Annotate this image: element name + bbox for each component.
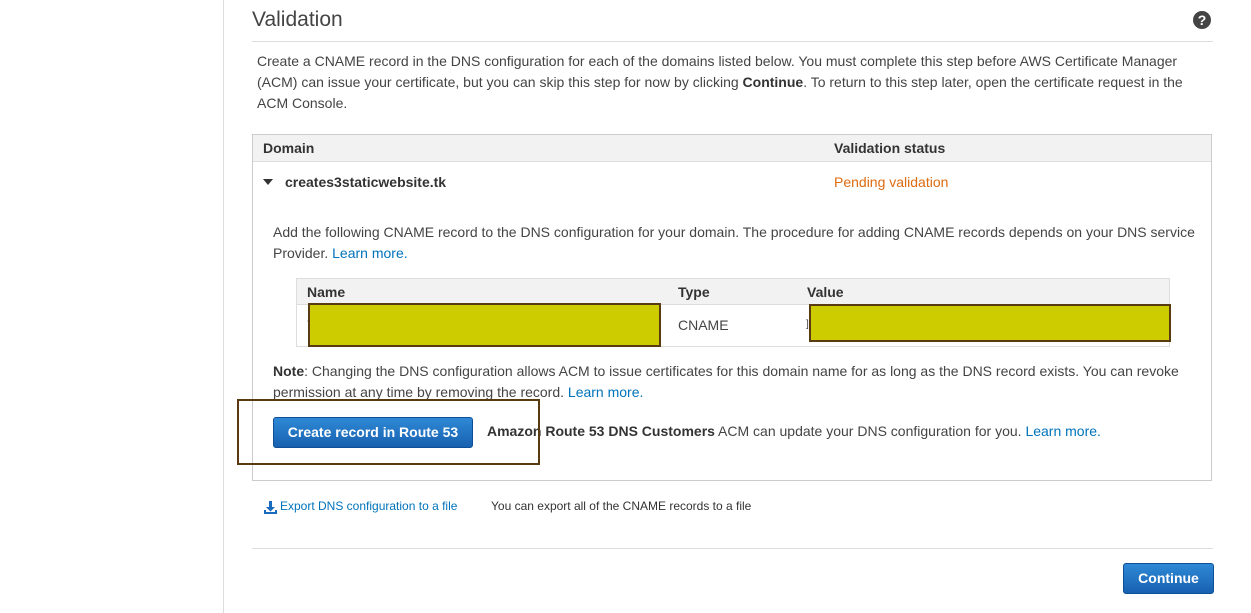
collapse-caret-icon[interactable]	[263, 179, 273, 185]
learn-more-link-revoke[interactable]: Learn more.	[568, 384, 643, 400]
intro-continue-bold: Continue	[742, 74, 804, 90]
add-cname-text: Add the following CNAME record to the DN…	[273, 224, 1195, 261]
add-cname-instructions: Add the following CNAME record to the DN…	[273, 222, 1198, 264]
column-header-name: Name	[307, 284, 346, 300]
learn-more-link-dns[interactable]: Learn more.	[332, 245, 407, 261]
redacted-record-value	[809, 304, 1171, 342]
column-header-type: Type	[678, 284, 710, 300]
validation-status: Pending validation	[834, 174, 949, 190]
export-dns-config-link[interactable]: Export DNS configuration to a file	[280, 499, 457, 513]
cname-record-header: Name Type Value	[297, 279, 1169, 305]
column-header-domain: Domain	[263, 140, 315, 156]
footer-divider	[252, 548, 1213, 549]
page-title: Validation	[252, 8, 343, 31]
domain-name: creates3staticwebsite.tk	[285, 174, 447, 190]
domains-table-header: Domain Validation status	[253, 135, 1211, 162]
note-text: : Changing the DNS configuration allows …	[273, 363, 1179, 400]
column-header-validation-status: Validation status	[834, 140, 946, 156]
question-circle-icon[interactable]: ?	[1193, 11, 1211, 29]
note-label: Note	[273, 363, 305, 379]
record-type: CNAME	[678, 317, 729, 333]
download-icon[interactable]	[263, 500, 278, 515]
title-divider	[252, 41, 1213, 42]
annotation-highlight-box	[237, 399, 540, 465]
route53-description: Amazon Route 53 DNS Customers ACM can up…	[487, 423, 1101, 439]
column-header-value: Value	[807, 284, 844, 300]
cname-record-table: Name Type Value - CNAME ]	[296, 278, 1171, 347]
continue-button[interactable]: Continue	[1123, 563, 1214, 594]
route53-text: ACM can update your DNS configuration fo…	[714, 423, 1026, 439]
export-description: You can export all of the CNAME records …	[491, 499, 752, 513]
intro-text: Create a CNAME record in the DNS configu…	[257, 51, 1202, 114]
left-navigation-panel	[0, 0, 224, 613]
learn-more-link-route53[interactable]: Learn more.	[1025, 423, 1100, 439]
dns-note: Note: Changing the DNS configuration all…	[273, 361, 1198, 403]
redacted-record-name	[308, 303, 661, 347]
